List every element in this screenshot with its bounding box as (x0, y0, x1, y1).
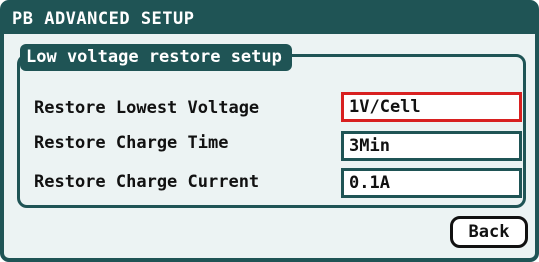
pb-advanced-setup-window: PB ADVANCED SETUP Low voltage restore se… (0, 0, 539, 262)
back-button[interactable]: Back (450, 216, 528, 248)
window-title: PB ADVANCED SETUP (4, 4, 535, 34)
restore-lowest-voltage-field[interactable]: 1V/Cell (341, 92, 522, 122)
restore-charge-current-field[interactable]: 0.1A (341, 168, 522, 198)
group-title: Low voltage restore setup (20, 44, 292, 71)
restore-charge-time-field[interactable]: 3Min (341, 131, 522, 161)
restore-lowest-voltage-label: Restore Lowest Voltage (34, 98, 260, 118)
restore-charge-current-label: Restore Charge Current (34, 172, 260, 192)
restore-charge-time-label: Restore Charge Time (34, 133, 229, 153)
